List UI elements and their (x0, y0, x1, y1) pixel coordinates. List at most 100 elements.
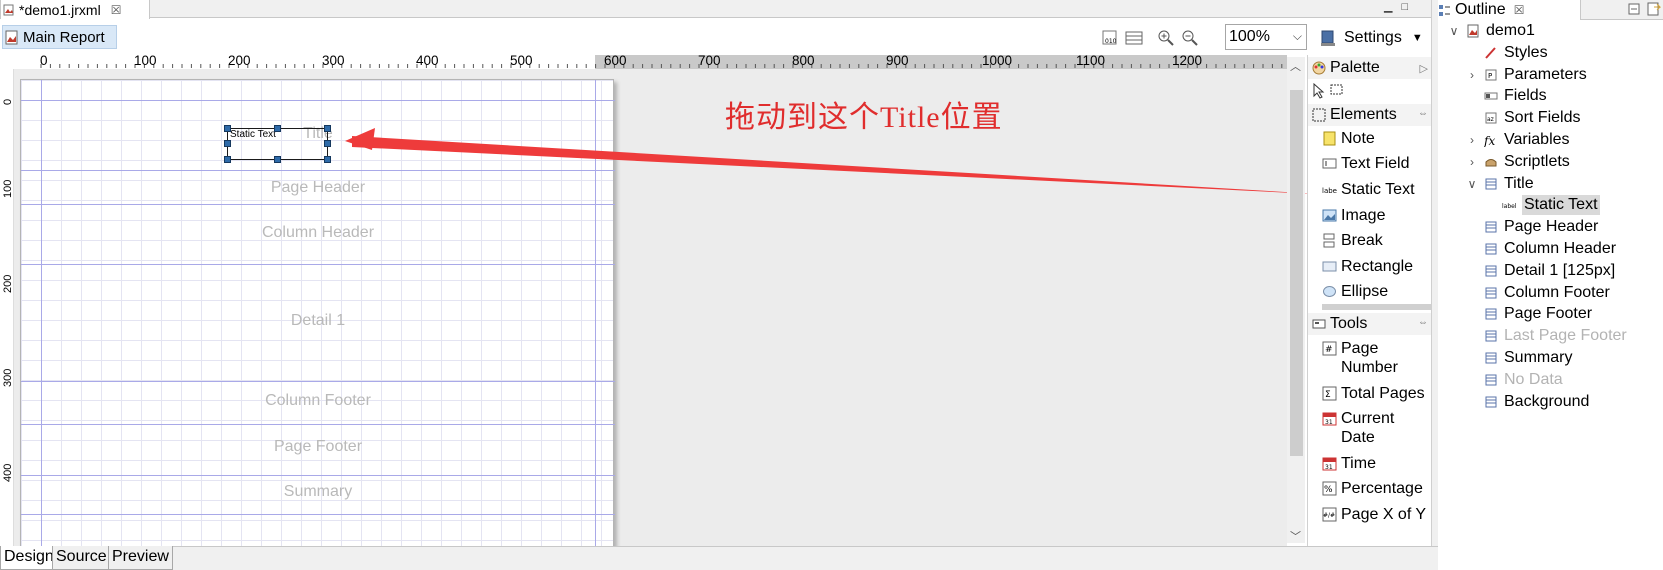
outline-item-styles[interactable]: Styles (1466, 42, 1548, 64)
report-icon (1467, 24, 1479, 38)
expand-toggle-icon[interactable]: ∨ (1448, 24, 1460, 38)
outline-item-parameters[interactable]: › P Parameters (1466, 64, 1587, 86)
outline-item-label: Background (1504, 392, 1590, 410)
palette-tool-label: Percentage (1341, 480, 1423, 497)
expand-toggle-icon[interactable]: › (1466, 68, 1478, 82)
band-icon (1485, 374, 1497, 386)
palette-element-ellipse[interactable]: Ellipse (1322, 282, 1431, 301)
palette-panel: Palette ▷ Elements ⇔ Note Text Field label… (1307, 55, 1431, 546)
outline-item-background[interactable]: Background (1466, 391, 1589, 413)
band-icon (1485, 308, 1497, 320)
tab-design[interactable]: Design (0, 546, 58, 570)
outline-item-column-footer[interactable]: Column Footer (1466, 282, 1610, 304)
outline-item-no-data[interactable]: No Data (1466, 369, 1563, 391)
expand-toggle-icon[interactable]: ∨ (1466, 177, 1478, 191)
palette-expand-icon[interactable]: ▷ (1420, 62, 1428, 75)
outline-item-static-text[interactable]: label Static Text (1484, 194, 1600, 216)
svg-text:%: % (1324, 485, 1333, 495)
palette-tool-percentage[interactable]: % Percentage (1322, 479, 1431, 498)
palette-header[interactable]: Palette ▷ (1308, 57, 1431, 79)
palette-tool-label: Total Pages (1341, 385, 1425, 402)
svg-text:#/#: #/# (1323, 512, 1335, 519)
expand-toggle-icon[interactable]: › (1466, 155, 1478, 169)
elements-title: Elements (1330, 106, 1397, 123)
collapse-tools-icon[interactable]: ⇔ (1418, 317, 1428, 328)
current-date-icon: 31 (1322, 412, 1337, 426)
outline-item-page-header[interactable]: Page Header (1466, 216, 1598, 238)
outline-item-detail-1-125px[interactable]: Detail 1 [125px] (1466, 260, 1615, 282)
outline-item-scriptlets[interactable]: › Scriptlets (1466, 151, 1570, 173)
band-icon (1485, 352, 1497, 364)
band-icon (1485, 396, 1497, 408)
palette-element-text-field[interactable]: Text Field (1322, 154, 1431, 173)
palette-tool-page-x-of-y[interactable]: #/# Page X of Y (1322, 505, 1431, 524)
collapse-all-icon[interactable] (1627, 2, 1641, 16)
note-icon (1323, 131, 1336, 146)
outline-item-label: No Data (1504, 370, 1563, 388)
outline-item-fields[interactable]: Fields (1466, 85, 1547, 107)
tools-header[interactable]: Tools ⇔ (1308, 313, 1431, 335)
outline-item-title[interactable]: ∨ Title (1466, 173, 1534, 195)
tab-source[interactable]: Source (52, 546, 111, 570)
band-icon (1485, 221, 1497, 233)
outline-item-label: Variables (1504, 131, 1570, 148)
outline-item-variables[interactable]: › fx Variables (1466, 129, 1570, 151)
palette-tool-label: Current Date (1341, 410, 1395, 446)
palette-title: Palette (1330, 59, 1380, 76)
outline-item-label: Column Footer (1504, 283, 1610, 301)
elements-header[interactable]: Elements ⇔ (1308, 104, 1431, 126)
collapse-elements-icon[interactable]: ⇔ (1418, 108, 1428, 119)
svg-text:Σ: Σ (1325, 390, 1331, 400)
scrollbar-thumb[interactable] (1290, 90, 1303, 456)
outline-item-label: Scriptlets (1504, 152, 1570, 170)
palette-element-rectangle[interactable]: Rectangle (1322, 257, 1431, 276)
band-icon (1485, 330, 1497, 342)
outline-tab[interactable]: Outline ☒ (1438, 0, 1581, 20)
selection-tools-icon[interactable] (1312, 83, 1348, 99)
palette-element-note[interactable]: Note (1322, 129, 1431, 148)
panel-divider[interactable] (1431, 0, 1438, 570)
svg-text:label: label (1322, 187, 1337, 195)
palette-element-label: Break (1341, 232, 1383, 249)
palette-tool-total-pages[interactable]: Σ Total Pages (1322, 384, 1431, 403)
rectangle-icon (1322, 261, 1337, 272)
link-editor-icon[interactable] (1647, 2, 1661, 16)
outline-item-demo1[interactable]: ∨ demo1 (1448, 20, 1535, 42)
outline-item-page-footer[interactable]: Page Footer (1466, 303, 1592, 325)
outline-item-last-page-footer[interactable]: Last Page Footer (1466, 325, 1627, 347)
elements-scroll-indicator[interactable] (1322, 304, 1431, 310)
outline-item-label: Page Footer (1504, 305, 1593, 323)
outline-item-label: Last Page Footer (1504, 327, 1627, 345)
outline-item-label: Fields (1504, 87, 1547, 105)
svg-text:31: 31 (1325, 464, 1333, 471)
palette-element-image[interactable]: Image (1322, 206, 1431, 225)
outline-item-label: Sort Fields (1504, 109, 1581, 127)
close-outline-icon[interactable]: ☒ (1514, 3, 1525, 17)
outline-item-label: Column Header (1504, 240, 1617, 257)
palette-icon (1312, 61, 1326, 75)
palette-tool-current-date[interactable]: 31 Current Date (1322, 409, 1431, 447)
outline-item-label: Summary (1504, 349, 1573, 366)
expand-toggle-icon[interactable]: › (1466, 133, 1478, 147)
outline-item-column-header[interactable]: Column Header (1466, 238, 1616, 260)
scroll-down-icon[interactable]: ﹀ (1290, 528, 1301, 544)
band-icon (1485, 265, 1497, 277)
scroll-up-icon[interactable]: ︿ (1290, 58, 1301, 74)
outline-item-summary[interactable]: Summary (1466, 347, 1572, 369)
outline-item-sort-fields[interactable]: az Sort Fields (1466, 107, 1580, 129)
outline-item-label: demo1 (1486, 22, 1535, 39)
image-icon (1322, 209, 1337, 222)
scriptlet-icon (1485, 158, 1497, 167)
outline-item-label: Styles (1504, 43, 1548, 61)
palette-element-break[interactable]: Break (1322, 231, 1431, 250)
palette-tool-page-number[interactable]: # Page Number (1322, 339, 1431, 377)
static-text-icon: label (1322, 187, 1337, 195)
palette-element-label: Ellipse (1341, 283, 1389, 300)
tab-preview[interactable]: Preview (108, 546, 173, 570)
svg-text:31: 31 (1325, 419, 1333, 426)
palette-element-static-text[interactable]: label Static Text (1322, 180, 1431, 199)
text-field-icon (1322, 158, 1337, 169)
palette-tool-time[interactable]: 31 Time (1322, 454, 1431, 473)
palette-element-label: Text Field (1341, 155, 1410, 172)
outline-toolbar (1581, 0, 1663, 20)
